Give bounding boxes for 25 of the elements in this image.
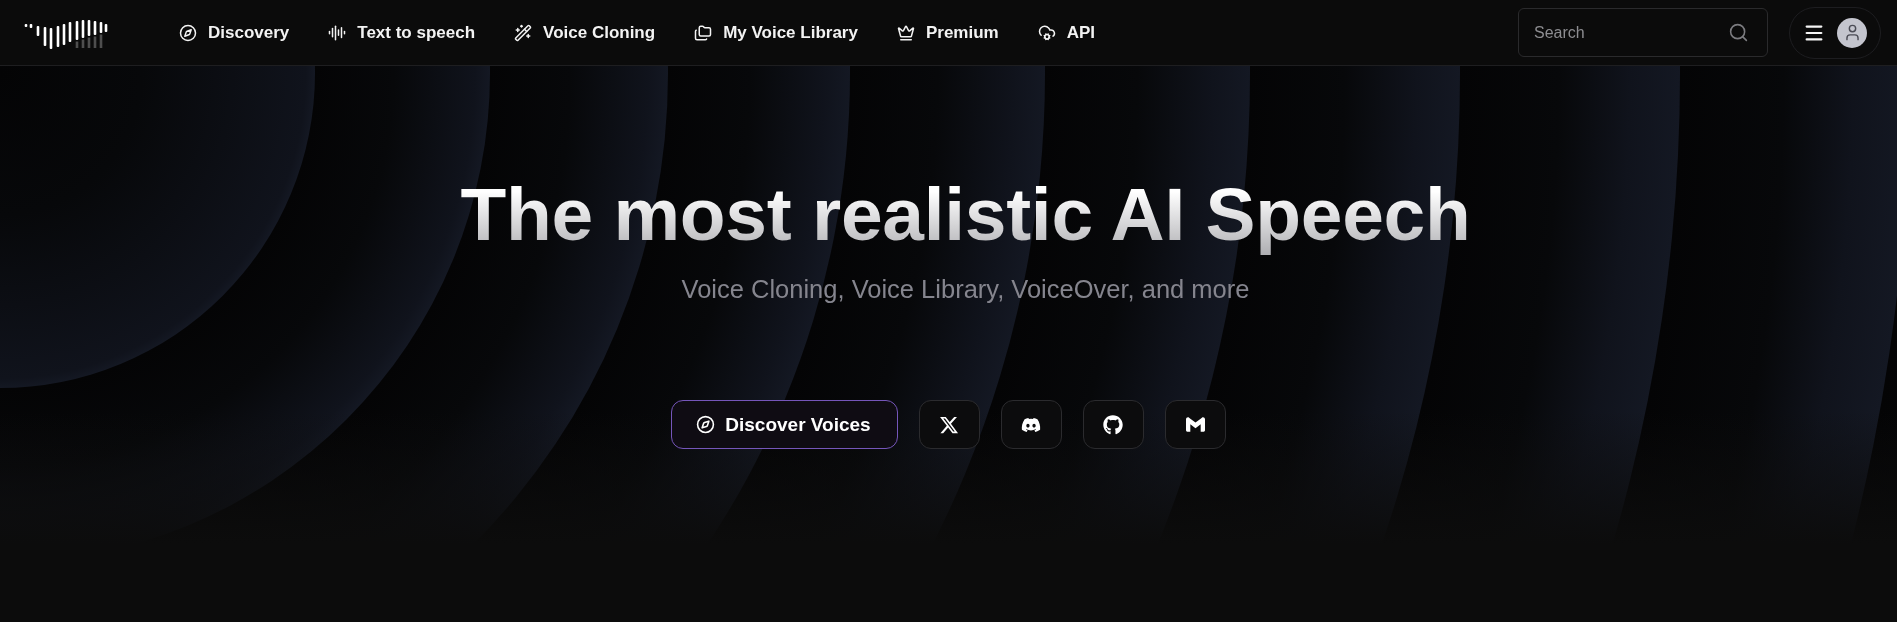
avatar-icon	[1837, 17, 1867, 48]
nav-link[interactable]: My Voice Library	[694, 21, 858, 44]
x-logo-icon	[939, 414, 960, 435]
nav-link[interactable]: Discovery	[179, 21, 290, 44]
search-field[interactable]: Search	[1518, 8, 1768, 57]
folders-icon	[694, 23, 713, 42]
cloud-gear-icon	[1037, 23, 1056, 42]
github-link-button[interactable]	[1082, 400, 1144, 449]
discord-link-button[interactable]	[1000, 400, 1062, 449]
nav-link[interactable]: Text to speech	[328, 21, 476, 44]
compass-icon	[696, 415, 716, 434]
crown-icon	[896, 23, 915, 42]
m-logo-icon	[1185, 415, 1205, 434]
hero-subtitle: Voice Cloning, Voice Library, VoiceOver, and more	[681, 274, 1250, 305]
search-icon	[1728, 22, 1749, 43]
compass-icon	[179, 23, 197, 42]
audio-lines-icon	[328, 23, 347, 42]
x-link-button[interactable]	[918, 400, 980, 449]
nav-link[interactable]: API	[1037, 21, 1096, 44]
nav-link[interactable]: Premium	[896, 21, 999, 44]
nav-link[interactable]: Voice Cloning	[514, 21, 656, 44]
m-link-button[interactable]	[1164, 400, 1226, 449]
github-logo-icon	[1103, 414, 1124, 435]
magic-wand-icon	[514, 23, 533, 42]
discover-voices-button[interactable]: Discover Voices	[671, 400, 898, 449]
